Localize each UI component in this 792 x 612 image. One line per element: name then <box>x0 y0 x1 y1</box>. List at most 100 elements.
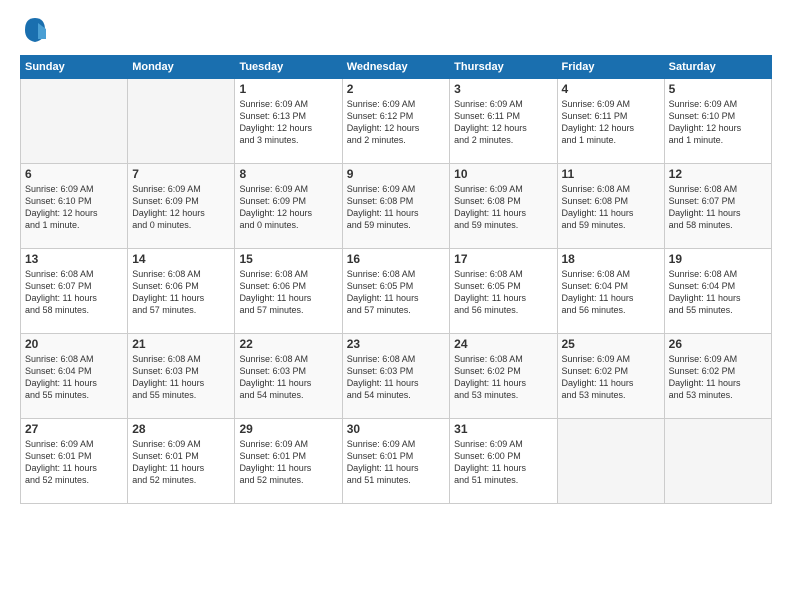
calendar-cell: 24 Sunrise: 6:08 AM Sunset: 6:02 PM Dayli… <box>450 334 557 419</box>
day-info: Sunrise: 6:09 AM Sunset: 6:01 PM Dayligh… <box>239 438 337 487</box>
weekday-header-friday: Friday <box>557 56 664 79</box>
day-info: Sunrise: 6:08 AM Sunset: 6:07 PM Dayligh… <box>669 183 767 232</box>
day-info: Sunrise: 6:09 AM Sunset: 6:08 PM Dayligh… <box>454 183 552 232</box>
calendar-cell: 29 Sunrise: 6:09 AM Sunset: 6:01 PM Dayli… <box>235 419 342 504</box>
day-number: 27 <box>25 422 123 436</box>
day-number: 17 <box>454 252 552 266</box>
calendar-cell: 25Sunrise: 6:09 AM Sunset: 6:02 PM Dayli… <box>557 334 664 419</box>
weekday-header-wednesday: Wednesday <box>342 56 449 79</box>
day-info: Sunrise: 6:09 AM Sunset: 6:10 PM Dayligh… <box>669 98 767 147</box>
day-number: 10 <box>454 167 552 181</box>
day-number: 15 <box>239 252 337 266</box>
day-info: Sunrise: 6:08 AM Sunset: 6:07 PM Dayligh… <box>25 268 123 317</box>
calendar-week-row: 1Sunrise: 6:09 AM Sunset: 6:13 PM Daylig… <box>21 79 772 164</box>
calendar-week-row: 27 Sunrise: 6:09 AM Sunset: 6:01 PM Dayli… <box>21 419 772 504</box>
calendar-cell: 23 Sunrise: 6:08 AM Sunset: 6:03 PM Dayli… <box>342 334 449 419</box>
weekday-header-sunday: Sunday <box>21 56 128 79</box>
day-info: Sunrise: 6:09 AM Sunset: 6:02 PM Dayligh… <box>669 353 767 402</box>
day-number: 5 <box>669 82 767 96</box>
calendar-cell: 17 Sunrise: 6:08 AM Sunset: 6:05 PM Dayli… <box>450 249 557 334</box>
calendar-cell: 22 Sunrise: 6:08 AM Sunset: 6:03 PM Dayli… <box>235 334 342 419</box>
day-number: 13 <box>25 252 123 266</box>
header <box>20 15 772 45</box>
day-number: 8 <box>239 167 337 181</box>
day-number: 6 <box>25 167 123 181</box>
weekday-header-monday: Monday <box>128 56 235 79</box>
day-number: 16 <box>347 252 445 266</box>
day-info: Sunrise: 6:09 AM Sunset: 6:01 PM Dayligh… <box>132 438 230 487</box>
day-info: Sunrise: 6:09 AM Sunset: 6:02 PM Dayligh… <box>562 353 660 402</box>
day-info: Sunrise: 6:08 AM Sunset: 6:08 PM Dayligh… <box>562 183 660 232</box>
day-number: 2 <box>347 82 445 96</box>
calendar-cell: 18 Sunrise: 6:08 AM Sunset: 6:04 PM Dayli… <box>557 249 664 334</box>
calendar-cell: 28 Sunrise: 6:09 AM Sunset: 6:01 PM Dayli… <box>128 419 235 504</box>
calendar-cell: 7Sunrise: 6:09 AM Sunset: 6:09 PM Daylig… <box>128 164 235 249</box>
day-info: Sunrise: 6:09 AM Sunset: 6:08 PM Dayligh… <box>347 183 445 232</box>
day-number: 3 <box>454 82 552 96</box>
day-info: Sunrise: 6:08 AM Sunset: 6:02 PM Dayligh… <box>454 353 552 402</box>
calendar-table: SundayMondayTuesdayWednesdayThursdayFrid… <box>20 55 772 504</box>
calendar-cell: 9 Sunrise: 6:09 AM Sunset: 6:08 PM Daylig… <box>342 164 449 249</box>
day-info: Sunrise: 6:09 AM Sunset: 6:11 PM Dayligh… <box>562 98 660 147</box>
day-number: 18 <box>562 252 660 266</box>
day-info: Sunrise: 6:08 AM Sunset: 6:04 PM Dayligh… <box>669 268 767 317</box>
day-info: Sunrise: 6:08 AM Sunset: 6:04 PM Dayligh… <box>562 268 660 317</box>
calendar-cell: 20Sunrise: 6:08 AM Sunset: 6:04 PM Dayli… <box>21 334 128 419</box>
day-number: 23 <box>347 337 445 351</box>
day-number: 26 <box>669 337 767 351</box>
day-number: 9 <box>347 167 445 181</box>
calendar-week-row: 6 Sunrise: 6:09 AM Sunset: 6:10 PM Daylig… <box>21 164 772 249</box>
calendar-cell: 2 Sunrise: 6:09 AM Sunset: 6:12 PM Daylig… <box>342 79 449 164</box>
day-info: Sunrise: 6:09 AM Sunset: 6:09 PM Dayligh… <box>132 183 230 232</box>
day-number: 20 <box>25 337 123 351</box>
logo-icon <box>20 15 50 45</box>
day-info: Sunrise: 6:09 AM Sunset: 6:01 PM Dayligh… <box>347 438 445 487</box>
day-number: 22 <box>239 337 337 351</box>
calendar-week-row: 20Sunrise: 6:08 AM Sunset: 6:04 PM Dayli… <box>21 334 772 419</box>
calendar-cell <box>128 79 235 164</box>
calendar-cell: 11Sunrise: 6:08 AM Sunset: 6:08 PM Dayli… <box>557 164 664 249</box>
day-number: 14 <box>132 252 230 266</box>
calendar-cell: 13 Sunrise: 6:08 AM Sunset: 6:07 PM Dayli… <box>21 249 128 334</box>
calendar-week-row: 13 Sunrise: 6:08 AM Sunset: 6:07 PM Dayli… <box>21 249 772 334</box>
logo <box>20 15 55 45</box>
day-number: 21 <box>132 337 230 351</box>
calendar-cell: 10 Sunrise: 6:09 AM Sunset: 6:08 PM Dayli… <box>450 164 557 249</box>
day-number: 24 <box>454 337 552 351</box>
day-info: Sunrise: 6:08 AM Sunset: 6:06 PM Dayligh… <box>132 268 230 317</box>
calendar-cell: 15 Sunrise: 6:08 AM Sunset: 6:06 PM Dayli… <box>235 249 342 334</box>
calendar-cell: 12Sunrise: 6:08 AM Sunset: 6:07 PM Dayli… <box>664 164 771 249</box>
day-info: Sunrise: 6:08 AM Sunset: 6:06 PM Dayligh… <box>239 268 337 317</box>
calendar-cell: 27Sunrise: 6:09 AM Sunset: 6:01 PM Dayli… <box>21 419 128 504</box>
calendar-cell: 14 Sunrise: 6:08 AM Sunset: 6:06 PM Dayli… <box>128 249 235 334</box>
day-number: 4 <box>562 82 660 96</box>
calendar-cell <box>557 419 664 504</box>
calendar-cell: 5 Sunrise: 6:09 AM Sunset: 6:10 PM Daylig… <box>664 79 771 164</box>
weekday-header-row: SundayMondayTuesdayWednesdayThursdayFrid… <box>21 56 772 79</box>
calendar-cell: 1Sunrise: 6:09 AM Sunset: 6:13 PM Daylig… <box>235 79 342 164</box>
page-container: SundayMondayTuesdayWednesdayThursdayFrid… <box>0 0 792 514</box>
weekday-header-thursday: Thursday <box>450 56 557 79</box>
day-number: 30 <box>347 422 445 436</box>
day-info: Sunrise: 6:08 AM Sunset: 6:03 PM Dayligh… <box>239 353 337 402</box>
day-info: Sunrise: 6:08 AM Sunset: 6:05 PM Dayligh… <box>454 268 552 317</box>
weekday-header-saturday: Saturday <box>664 56 771 79</box>
day-info: Sunrise: 6:09 AM Sunset: 6:12 PM Dayligh… <box>347 98 445 147</box>
calendar-cell: 30 Sunrise: 6:09 AM Sunset: 6:01 PM Dayli… <box>342 419 449 504</box>
day-info: Sunrise: 6:09 AM Sunset: 6:11 PM Dayligh… <box>454 98 552 147</box>
day-number: 19 <box>669 252 767 266</box>
day-info: Sunrise: 6:08 AM Sunset: 6:03 PM Dayligh… <box>132 353 230 402</box>
day-info: Sunrise: 6:09 AM Sunset: 6:10 PM Dayligh… <box>25 183 123 232</box>
day-number: 28 <box>132 422 230 436</box>
weekday-header-tuesday: Tuesday <box>235 56 342 79</box>
calendar-cell: 21 Sunrise: 6:08 AM Sunset: 6:03 PM Dayli… <box>128 334 235 419</box>
calendar-cell <box>21 79 128 164</box>
calendar-cell <box>664 419 771 504</box>
calendar-cell: 19 Sunrise: 6:08 AM Sunset: 6:04 PM Dayli… <box>664 249 771 334</box>
day-number: 31 <box>454 422 552 436</box>
day-number: 29 <box>239 422 337 436</box>
day-info: Sunrise: 6:09 AM Sunset: 6:09 PM Dayligh… <box>239 183 337 232</box>
calendar-cell: 26 Sunrise: 6:09 AM Sunset: 6:02 PM Dayli… <box>664 334 771 419</box>
day-info: Sunrise: 6:08 AM Sunset: 6:03 PM Dayligh… <box>347 353 445 402</box>
day-number: 1 <box>239 82 337 96</box>
